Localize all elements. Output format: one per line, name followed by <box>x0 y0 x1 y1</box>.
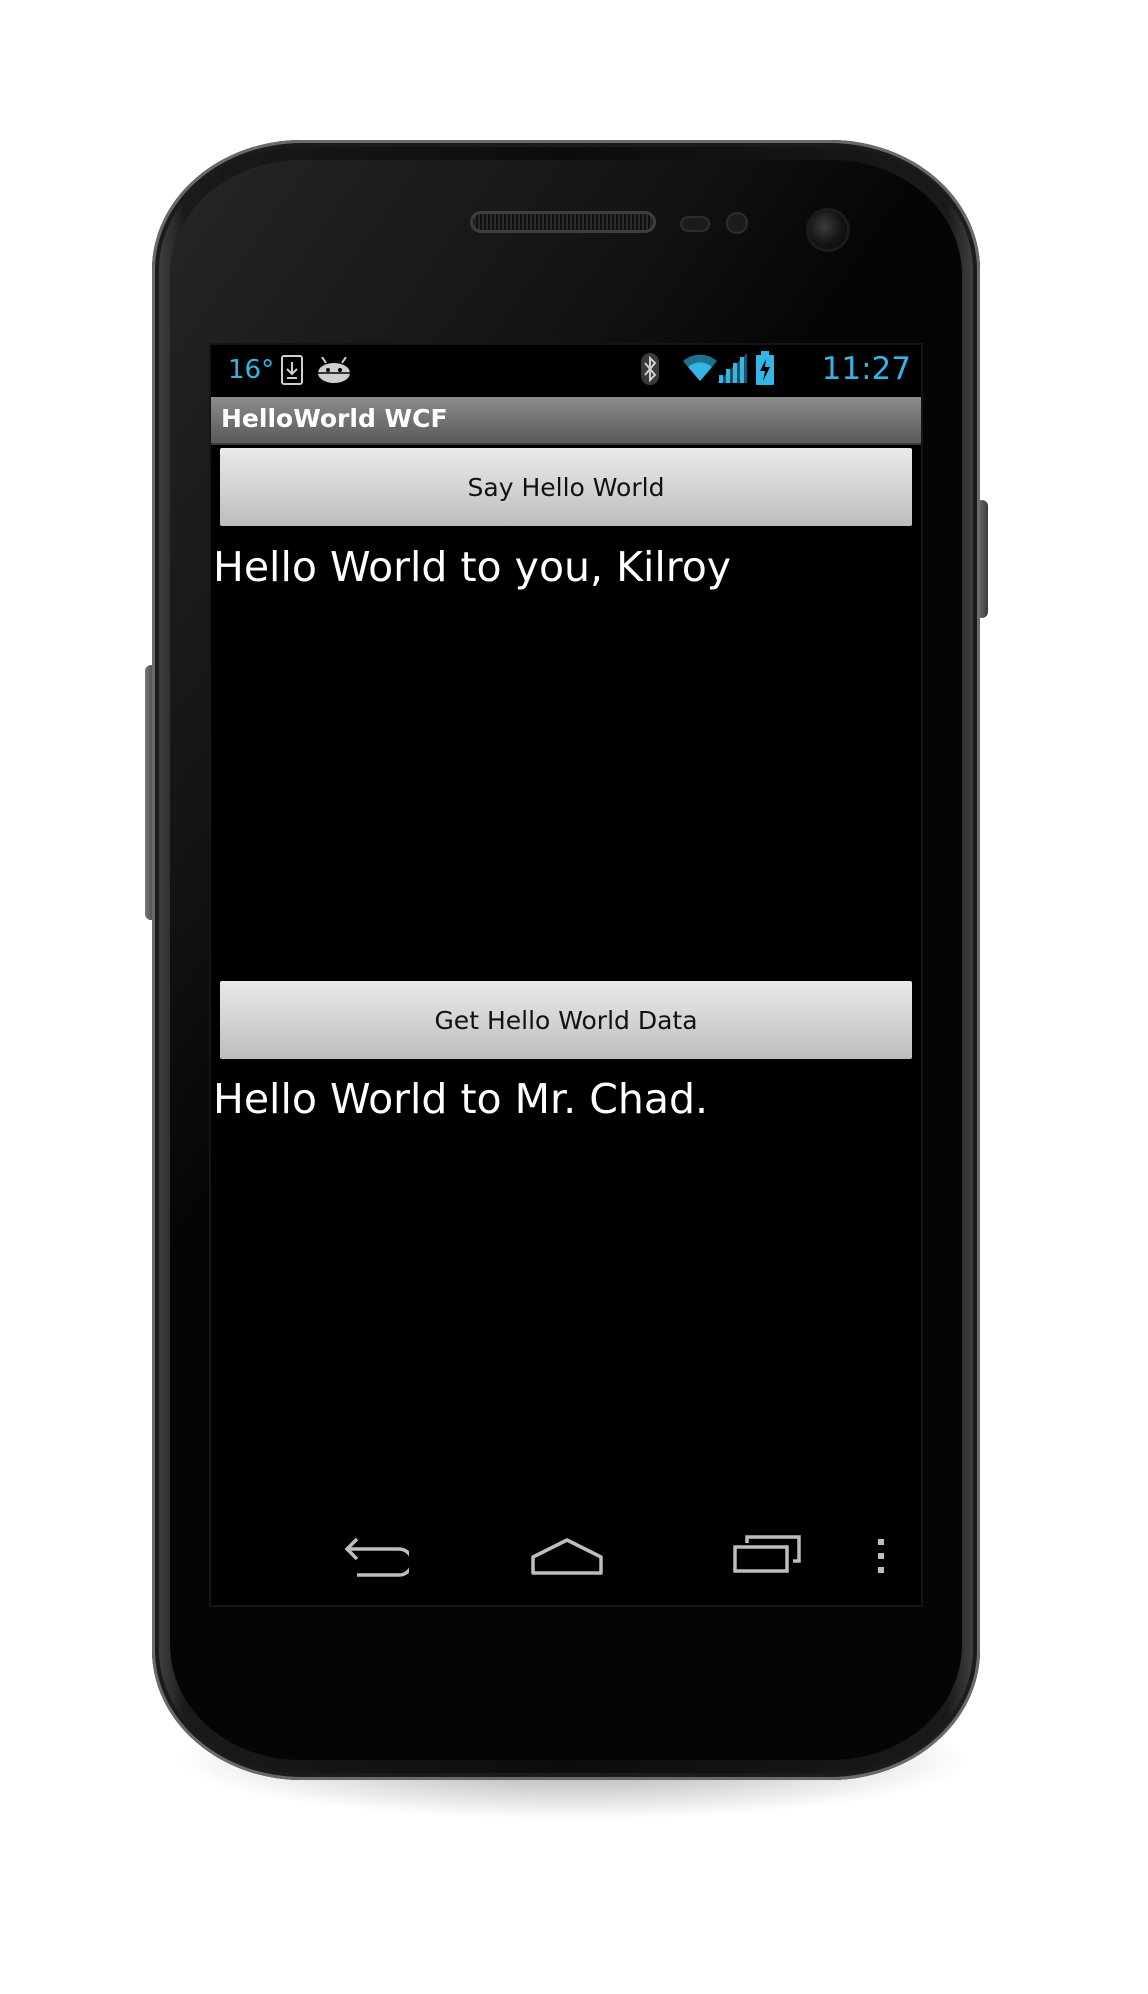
navigation-bar <box>211 1515 921 1605</box>
status-temperature: 16° <box>228 355 275 385</box>
app-title: HelloWorld WCF <box>221 404 448 433</box>
status-clock: 11:27 <box>821 351 911 387</box>
proximity-sensor <box>680 216 710 232</box>
app-title-bar: HelloWorld WCF <box>211 397 921 445</box>
back-icon[interactable] <box>339 1535 409 1579</box>
recent-apps-icon[interactable] <box>731 1535 803 1575</box>
home-icon[interactable] <box>529 1537 605 1575</box>
get-hello-world-data-button[interactable]: Get Hello World Data <box>220 981 912 1059</box>
status-bar: 16° 11:27 <box>211 345 921 397</box>
android-debug-icon <box>318 357 350 383</box>
wifi-icon <box>683 354 717 381</box>
light-sensor <box>726 212 748 234</box>
earpiece-speaker <box>470 211 656 233</box>
download-icon <box>281 355 303 385</box>
get-data-result-text: Hello World to Mr. Chad. <box>213 1075 709 1123</box>
battery-charging-icon <box>756 351 774 385</box>
signal-icon <box>717 353 747 383</box>
device-screen: 16° 11:27 HelloWorld WCF Say Hello World… <box>211 345 921 1605</box>
menu-icon[interactable] <box>876 1537 886 1575</box>
say-hello-world-button[interactable]: Say Hello World <box>220 448 912 526</box>
front-camera <box>809 211 847 249</box>
bluetooth-icon <box>641 353 659 385</box>
say-hello-result-text: Hello World to you, Kilroy <box>213 543 732 591</box>
